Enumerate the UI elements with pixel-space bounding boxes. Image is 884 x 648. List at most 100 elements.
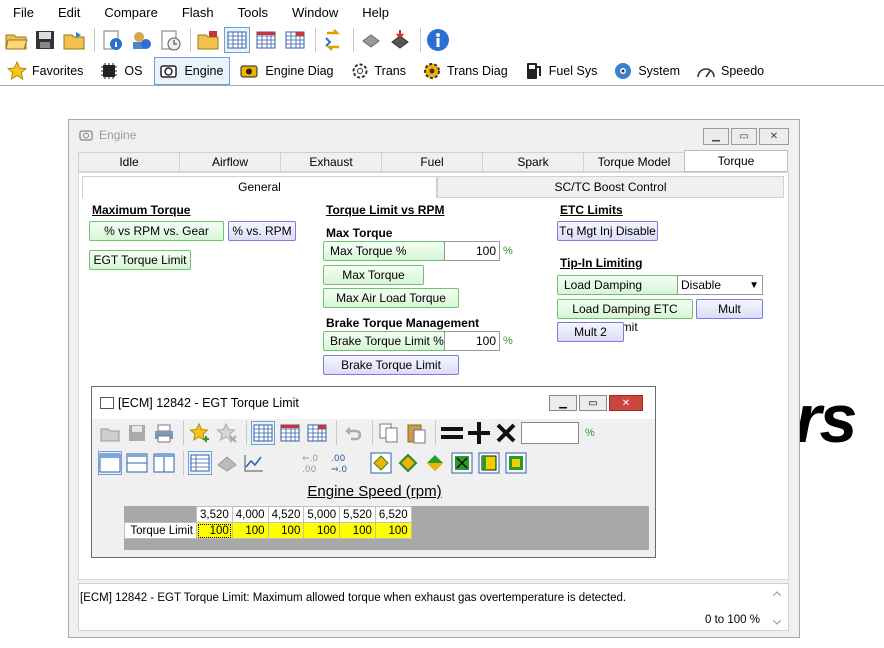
color-scheme-6-icon[interactable] bbox=[504, 451, 528, 475]
table-difference-icon[interactable] bbox=[305, 421, 329, 445]
category-os[interactable]: OS bbox=[95, 57, 148, 85]
engine-window: Engine ▁ ▭ ✕ Idle Airflow Exhaust Fuel S… bbox=[68, 119, 800, 638]
menu-help[interactable]: Help bbox=[349, 5, 400, 20]
open-table-icon[interactable] bbox=[195, 27, 221, 53]
category-speedo[interactable]: Speedo bbox=[692, 57, 770, 85]
table-toolbar-1: % bbox=[98, 418, 649, 448]
write-chip-icon[interactable] bbox=[387, 27, 413, 53]
maximize-button[interactable]: ▭ bbox=[731, 128, 757, 145]
brake-torque-limit-button[interactable]: Brake Torque Limit bbox=[323, 355, 459, 375]
open-recent-icon[interactable] bbox=[61, 27, 87, 53]
close-button[interactable]: ✕ bbox=[609, 395, 643, 411]
minimize-button[interactable]: ▁ bbox=[703, 128, 729, 145]
subtab-sc-tc-boost-control[interactable]: SC/TC Boost Control bbox=[437, 176, 784, 198]
layout-horizontal-icon[interactable] bbox=[125, 451, 149, 475]
table-view-icon[interactable] bbox=[251, 421, 275, 445]
egt-torque-limit-button[interactable]: EGT Torque Limit bbox=[89, 250, 191, 270]
plus-icon[interactable] bbox=[467, 421, 491, 445]
tab-torque-management[interactable]: Torque Management bbox=[684, 150, 788, 189]
undo-icon[interactable] bbox=[341, 421, 365, 445]
print-icon[interactable] bbox=[152, 421, 176, 445]
history-icon[interactable] bbox=[157, 27, 183, 53]
open-folder-icon[interactable] bbox=[98, 421, 122, 445]
add-favorite-icon[interactable] bbox=[188, 421, 212, 445]
brake-torque-limit-pct-input[interactable]: 100 bbox=[444, 331, 500, 351]
layout-single-icon[interactable] bbox=[98, 451, 122, 475]
save-icon[interactable] bbox=[32, 27, 58, 53]
minimize-button[interactable]: ▁ bbox=[549, 395, 577, 411]
layout-vertical-icon[interactable] bbox=[152, 451, 176, 475]
table-compare-icon[interactable] bbox=[278, 421, 302, 445]
table-cell[interactable]: 100 bbox=[231, 522, 269, 539]
menu-window[interactable]: Window bbox=[279, 5, 349, 20]
category-trans[interactable]: Trans bbox=[346, 57, 413, 85]
file-info-icon[interactable] bbox=[99, 27, 125, 53]
tab-exhaust[interactable]: Exhaust bbox=[280, 152, 381, 172]
background-logo-text: rs bbox=[795, 381, 857, 457]
copy-icon[interactable] bbox=[377, 421, 401, 445]
swap-icon[interactable] bbox=[320, 27, 346, 53]
category-trans-diag[interactable]: Trans Diag bbox=[418, 57, 514, 85]
menu-compare[interactable]: Compare bbox=[91, 5, 168, 20]
category-fuel-sys[interactable]: Fuel Sys bbox=[520, 57, 604, 85]
table-cell[interactable]: 100 bbox=[339, 522, 376, 539]
category-favorites[interactable]: Favorites bbox=[3, 57, 89, 85]
table-cell[interactable]: 100 bbox=[267, 522, 305, 539]
table-cell[interactable]: 100 bbox=[303, 522, 341, 539]
color-scheme-1-icon[interactable] bbox=[369, 451, 393, 475]
grid-view-icon[interactable] bbox=[188, 451, 212, 475]
remove-favorite-icon[interactable] bbox=[215, 421, 239, 445]
equals-icon[interactable] bbox=[440, 421, 464, 445]
status-scrollbar[interactable] bbox=[770, 588, 784, 628]
menu-tools[interactable]: Tools bbox=[225, 5, 279, 20]
increase-decimals-icon[interactable]: .00 ⇒.0 bbox=[328, 451, 354, 475]
engine-window-titlebar[interactable]: Engine bbox=[69, 120, 799, 150]
about-info-icon[interactable] bbox=[425, 27, 451, 53]
load-damping-select[interactable]: Disable ▼ bbox=[677, 275, 763, 295]
tab-torque-model[interactable]: Torque Model bbox=[583, 152, 684, 172]
mult-2-button[interactable]: Mult 2 bbox=[557, 322, 624, 342]
menu-edit[interactable]: Edit bbox=[45, 5, 91, 20]
brake-torque-limit-pct-label: Brake Torque Limit % bbox=[323, 331, 445, 351]
tq-mgt-inj-disable-button[interactable]: Tq Mgt Inj Disable bbox=[557, 221, 658, 241]
category-engine-diag[interactable]: Engine Diag bbox=[236, 57, 339, 85]
tab-spark[interactable]: Spark bbox=[482, 152, 583, 172]
color-scheme-4-icon[interactable] bbox=[450, 451, 474, 475]
table-view-icon[interactable] bbox=[224, 27, 250, 53]
subtab-general[interactable]: General bbox=[82, 176, 437, 198]
table-cell[interactable]: 100 bbox=[196, 522, 233, 539]
close-button[interactable]: ✕ bbox=[759, 128, 789, 145]
category-system[interactable]: System bbox=[609, 57, 686, 85]
pct-vs-rpm-vs-gear-button[interactable]: % vs RPM vs. Gear bbox=[89, 221, 224, 241]
line-graph-icon[interactable] bbox=[242, 451, 266, 475]
color-scheme-3-icon[interactable] bbox=[423, 451, 447, 475]
color-scheme-5-icon[interactable] bbox=[477, 451, 501, 475]
max-air-load-torque-button[interactable]: Max Air Load Torque bbox=[323, 288, 459, 308]
tab-idle[interactable]: Idle bbox=[78, 152, 179, 172]
load-damping-etc-limit-button[interactable]: Load Damping ETC Limit bbox=[557, 299, 693, 334]
maximize-button[interactable]: ▭ bbox=[579, 395, 607, 411]
vehicle-info-icon[interactable] bbox=[128, 27, 154, 53]
table-compare-icon[interactable] bbox=[253, 27, 279, 53]
max-torque-pct-input[interactable]: 100 bbox=[444, 241, 500, 261]
mult-button[interactable]: Mult bbox=[696, 299, 763, 319]
max-torque-button[interactable]: Max Torque bbox=[323, 265, 424, 285]
color-scheme-2-icon[interactable] bbox=[396, 451, 420, 475]
open-folder-icon[interactable] bbox=[3, 27, 29, 53]
menu-flash[interactable]: Flash bbox=[169, 5, 225, 20]
tab-airflow[interactable]: Airflow bbox=[179, 152, 280, 172]
operation-value-input[interactable] bbox=[521, 422, 579, 444]
save-icon[interactable] bbox=[125, 421, 149, 445]
trans-diag-icon bbox=[421, 60, 443, 82]
table-difference-icon[interactable] bbox=[282, 27, 308, 53]
multiply-icon[interactable] bbox=[494, 421, 518, 445]
table-cell[interactable]: 100 bbox=[374, 522, 412, 539]
menu-file[interactable]: File bbox=[0, 5, 45, 20]
tab-fuel[interactable]: Fuel bbox=[381, 152, 482, 172]
category-engine[interactable]: Engine bbox=[154, 56, 231, 85]
surface-view-icon[interactable] bbox=[215, 451, 239, 475]
pct-vs-rpm-button[interactable]: % vs. RPM bbox=[228, 221, 296, 241]
read-chip-icon[interactable] bbox=[358, 27, 384, 53]
decrease-decimals-icon[interactable]: ⇐.0.00 bbox=[299, 451, 325, 475]
paste-icon[interactable] bbox=[404, 421, 428, 445]
